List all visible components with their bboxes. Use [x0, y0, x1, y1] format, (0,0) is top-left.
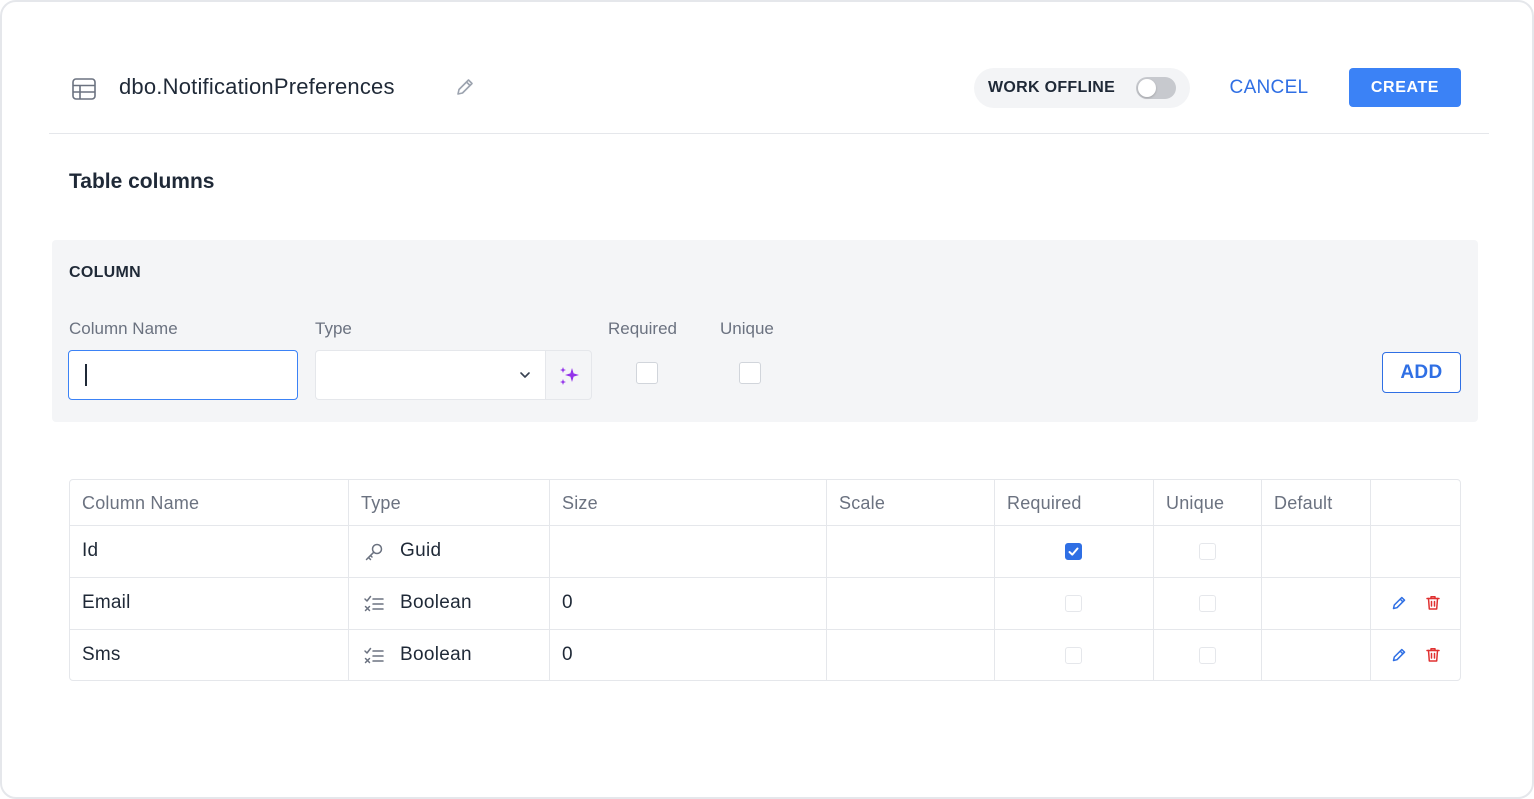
ai-suggest-button[interactable]	[545, 350, 592, 400]
header-size: Size	[562, 493, 598, 513]
cell-actions	[1371, 526, 1460, 577]
column-name-text: Email	[82, 592, 131, 613]
column-name-input[interactable]	[68, 350, 298, 400]
cell-name: Email	[70, 578, 349, 629]
header-cell: Size	[550, 480, 827, 525]
cell-required	[995, 526, 1154, 577]
table-grid-icon	[71, 76, 97, 102]
section-title: Table columns	[69, 170, 215, 193]
trash-icon[interactable]	[1424, 646, 1442, 664]
required-label: Required	[608, 319, 677, 338]
cell-scale	[827, 578, 995, 629]
text-caret	[85, 364, 87, 386]
header-required: Required	[1007, 493, 1082, 513]
cancel-button[interactable]: CANCEL	[1219, 68, 1319, 108]
header-cell: Default	[1262, 480, 1371, 525]
cell-default	[1262, 526, 1371, 577]
header-type: Type	[361, 493, 401, 513]
cell-type: Boolean	[349, 630, 550, 680]
cell-unique	[1154, 630, 1262, 680]
column-name-text: Id	[82, 540, 99, 561]
cell-default	[1262, 578, 1371, 629]
header-default: Default	[1274, 493, 1333, 513]
required-checkbox-checked[interactable]	[1065, 543, 1082, 560]
chevron-down-icon	[517, 367, 533, 383]
column-size-text: 0	[562, 592, 573, 613]
column-form-panel: COLUMN Column Name Type Required Unique	[52, 240, 1478, 422]
cell-size	[550, 526, 827, 577]
header-cell: Scale	[827, 480, 995, 525]
unique-checkbox[interactable]	[739, 362, 761, 384]
cell-size: 0	[550, 578, 827, 629]
column-name-label: Column Name	[69, 319, 178, 338]
column-type-text: Boolean	[400, 592, 472, 613]
page-title: dbo.NotificationPreferences	[119, 74, 395, 99]
column-type-text: Boolean	[400, 644, 472, 665]
app-window: dbo.NotificationPreferences WORK OFFLINE…	[0, 0, 1534, 799]
cell-unique	[1154, 578, 1262, 629]
cell-actions	[1371, 578, 1460, 629]
header-unique: Unique	[1166, 493, 1225, 513]
header-cell: Unique	[1154, 480, 1262, 525]
cell-default	[1262, 630, 1371, 680]
work-offline-control: WORK OFFLINE	[974, 68, 1190, 108]
header-scale: Scale	[839, 493, 886, 513]
columns-table: Column Name Type Size Scale Required Uni…	[69, 479, 1461, 681]
cell-unique	[1154, 526, 1262, 577]
column-name-text: Sms	[82, 644, 121, 665]
column-size-text: 0	[562, 644, 573, 665]
cell-scale	[827, 630, 995, 680]
column-type-text: Guid	[400, 540, 442, 561]
header-bar: dbo.NotificationPreferences WORK OFFLINE…	[49, 62, 1489, 134]
trash-icon[interactable]	[1424, 594, 1442, 612]
checklist-icon	[363, 645, 385, 667]
header-cell: Column Name	[70, 480, 349, 525]
unique-checkbox[interactable]	[1199, 595, 1216, 612]
cell-actions	[1371, 630, 1460, 680]
cell-required	[995, 630, 1154, 680]
cell-type: Guid	[349, 526, 550, 577]
toggle-knob	[1138, 79, 1156, 97]
create-button[interactable]: CREATE	[1349, 68, 1461, 107]
cell-size: 0	[550, 630, 827, 680]
column-form-heading: COLUMN	[69, 264, 142, 281]
checklist-icon	[363, 593, 385, 615]
table-row: Email Boolean 0	[70, 578, 1460, 630]
header-cell: Type	[349, 480, 550, 525]
edit-title-pencil-icon[interactable]	[454, 76, 476, 98]
type-select[interactable]	[315, 350, 545, 400]
cell-required	[995, 578, 1154, 629]
unique-checkbox[interactable]	[1199, 543, 1216, 560]
required-checkbox[interactable]	[1065, 595, 1082, 612]
cell-scale	[827, 526, 995, 577]
cell-name: Sms	[70, 630, 349, 680]
unique-label: Unique	[720, 319, 774, 338]
table-header-row: Column Name Type Size Scale Required Uni…	[70, 480, 1460, 526]
cell-name: Id	[70, 526, 349, 577]
type-label: Type	[315, 319, 352, 338]
unique-checkbox[interactable]	[1199, 647, 1216, 664]
header-cell: Required	[995, 480, 1154, 525]
required-checkbox[interactable]	[636, 362, 658, 384]
work-offline-label: WORK OFFLINE	[988, 79, 1116, 96]
add-column-button[interactable]: ADD	[1382, 352, 1461, 393]
key-icon	[363, 541, 385, 563]
sparkles-icon	[560, 367, 579, 385]
header-column-name: Column Name	[82, 493, 200, 513]
work-offline-toggle[interactable]	[1136, 77, 1176, 99]
header-cell-actions	[1371, 480, 1460, 525]
edit-pencil-icon[interactable]	[1390, 594, 1408, 612]
table-row: Id Guid	[70, 526, 1460, 578]
cell-type: Boolean	[349, 578, 550, 629]
table-row: Sms Boolean 0	[70, 630, 1460, 680]
required-checkbox[interactable]	[1065, 647, 1082, 664]
edit-pencil-icon[interactable]	[1390, 646, 1408, 664]
